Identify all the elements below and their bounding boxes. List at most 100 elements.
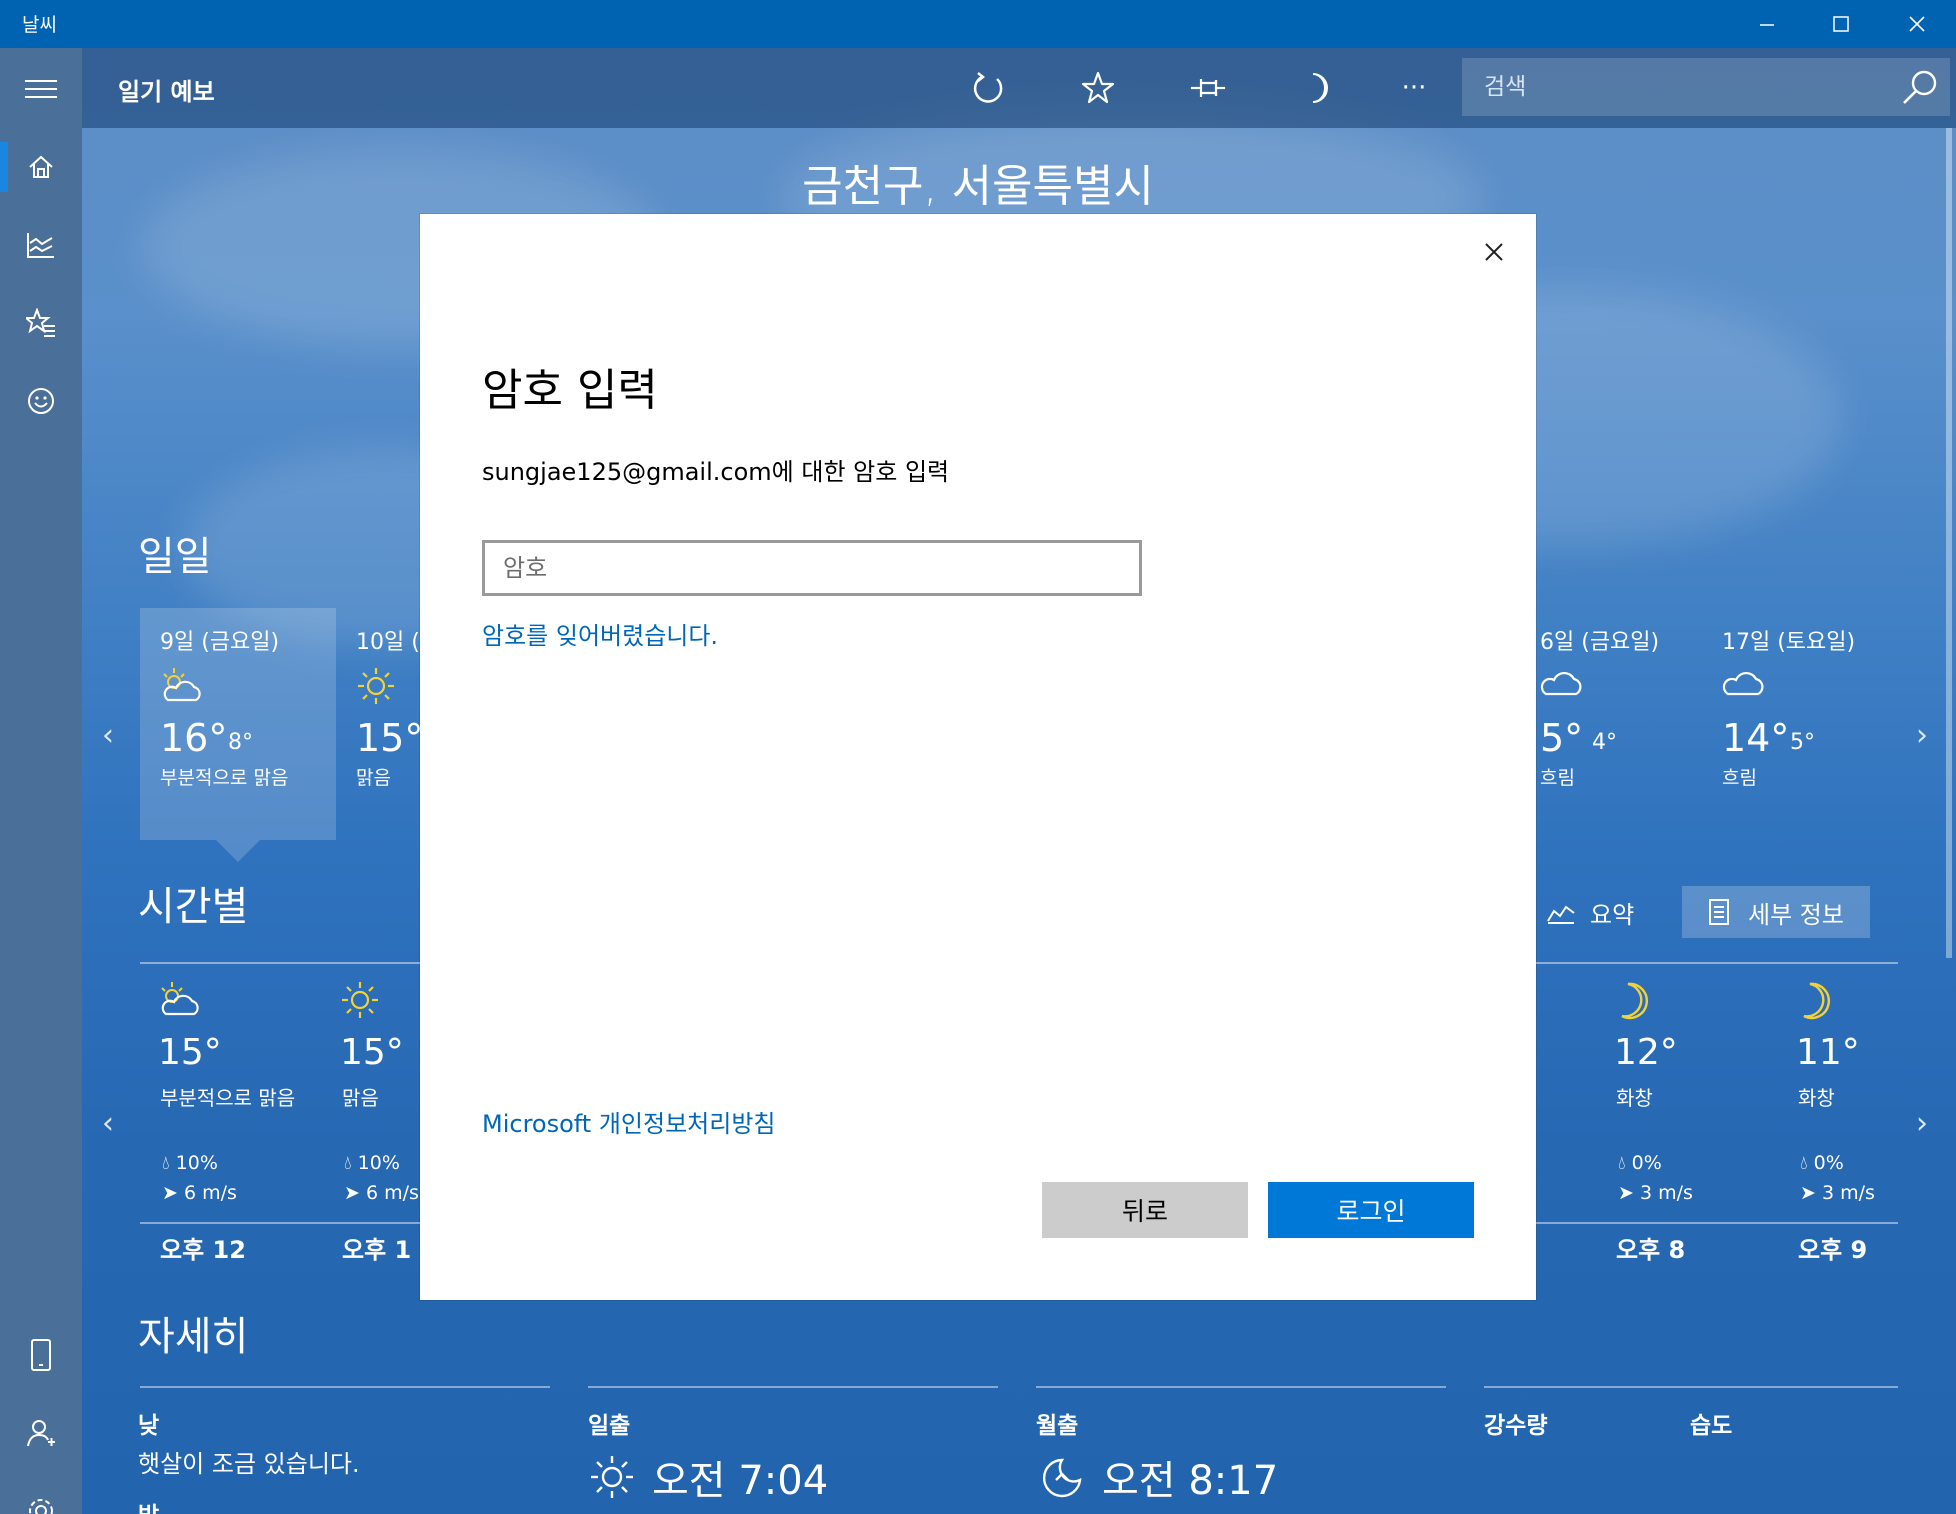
nav-rail	[0, 48, 82, 1514]
dialog-title: 암호 입력	[482, 365, 658, 416]
details-divider	[588, 1386, 998, 1388]
password-dialog: 암호 입력 sungjae125@gmail.com에 대한 암호 입력 암호를…	[420, 214, 1536, 1300]
selected-day-pointer	[216, 840, 260, 862]
day-condition: 부분적으로 맑음	[160, 767, 289, 789]
dialog-subtitle: sungjae125@gmail.com에 대한 암호 입력	[482, 458, 950, 486]
privacy-statement-link[interactable]: Microsoft 개인정보처리방침	[482, 1104, 776, 1139]
nav-item-favorites[interactable]	[0, 286, 82, 360]
moon-icon	[1796, 980, 1836, 1026]
settings-gear-icon	[29, 1499, 53, 1514]
wind-arrow-icon: ➤	[162, 1182, 184, 1204]
close-icon	[1909, 16, 1925, 32]
window-titlebar: 날씨	[0, 0, 1956, 48]
daily-next-arrow[interactable]: ›	[1916, 718, 1928, 753]
hour-rain: 💧︎ 0%	[1618, 1152, 1662, 1174]
nav-item-maps[interactable]	[0, 208, 82, 282]
nav-item-feedback[interactable]	[0, 364, 82, 438]
day-card[interactable]: 6일 (금요일) 5° 4° 흐림	[1520, 608, 1716, 840]
humidity-label: 습도	[1690, 1413, 1733, 1439]
day-low: 4°	[1592, 730, 1617, 755]
raindrop-icon: 💧︎	[162, 1152, 176, 1174]
nav-item-account[interactable]	[0, 1396, 82, 1470]
dark-mode-button[interactable]	[1288, 62, 1348, 114]
dialog-close-button[interactable]	[1468, 226, 1520, 278]
moon-icon	[1312, 73, 1328, 103]
location-title: 금천구, 서울특별시	[802, 161, 1154, 212]
search-input[interactable]	[1462, 58, 1882, 116]
cloudy-icon	[1722, 666, 1768, 702]
hour-temp: 15°	[340, 1032, 404, 1073]
details-divider	[1036, 1386, 1446, 1388]
hour-rain: 💧︎ 10%	[162, 1152, 218, 1174]
hour-rain-value: 0%	[1813, 1152, 1844, 1174]
maps-chart-icon	[27, 233, 54, 258]
app-header: 일기 예보 ···	[82, 48, 1956, 128]
page-title: 일기 예보	[118, 78, 215, 106]
phone-icon	[31, 1339, 51, 1371]
day-card[interactable]: 9일 (금요일) 16° 8° 부분적으로 맑음	[140, 608, 336, 840]
feedback-smile-icon	[28, 388, 54, 414]
favorite-button[interactable]	[1068, 62, 1128, 114]
hour-time: 오후 9	[1798, 1236, 1868, 1264]
details-toggle[interactable]: 세부 정보	[1682, 886, 1870, 938]
sunrise-icon	[591, 1456, 633, 1498]
hourly-prev-arrow[interactable]: ‹	[102, 1106, 114, 1141]
hour-time: 오후 1	[342, 1236, 412, 1264]
day-low: 8°	[228, 730, 253, 755]
hour-wind-value: 6 m/s	[183, 1182, 237, 1204]
search-box[interactable]	[1462, 58, 1950, 116]
sunrise-time: 오전 7:04	[652, 1458, 829, 1504]
close-window-button[interactable]	[1880, 0, 1954, 48]
search-button[interactable]	[1898, 66, 1942, 108]
raindrop-icon: 💧︎	[1618, 1152, 1632, 1174]
more-button[interactable]: ···	[1384, 62, 1444, 114]
hour-rain-value: 10%	[175, 1152, 218, 1174]
nav-item-settings[interactable]	[0, 1474, 82, 1514]
search-icon	[1903, 70, 1937, 104]
night-label: 밤	[138, 1496, 159, 1514]
hour-rain: 💧︎ 10%	[344, 1152, 400, 1174]
back-button[interactable]: 뒤로	[1042, 1182, 1248, 1238]
hour-temp: 11°	[1796, 1032, 1860, 1073]
hour-rain-value: 0%	[1631, 1152, 1662, 1174]
hour-wind-value: 3 m/s	[1639, 1182, 1693, 1204]
pin-button[interactable]	[1178, 62, 1238, 114]
hour-temp: 15°	[158, 1032, 222, 1073]
hour-rain-value: 10%	[357, 1152, 400, 1174]
hour-wind: ➤ 6 m/s	[162, 1182, 237, 1204]
password-field[interactable]	[482, 540, 1142, 596]
details-divider	[1484, 1386, 1898, 1388]
favorites-icon	[26, 308, 55, 337]
day-card[interactable]: 17일 (토요일) 14° 5° 흐림	[1702, 608, 1898, 840]
hour-wind: ➤ 3 m/s	[1800, 1182, 1875, 1204]
hour-time: 오후 12	[160, 1236, 246, 1264]
minimize-button[interactable]	[1730, 0, 1804, 48]
hour-item: 12° 화창 💧︎ 0% ➤ 3 m/s 오후 8	[1596, 980, 1776, 1270]
daily-prev-arrow[interactable]: ‹	[102, 718, 114, 753]
login-button[interactable]: 로그인	[1268, 1182, 1474, 1238]
scrollbar[interactable]	[1946, 128, 1952, 958]
hamburger-menu-button[interactable]	[0, 52, 82, 126]
day-high: 5°	[1540, 716, 1584, 760]
wind-arrow-icon: ➤	[344, 1182, 366, 1204]
partly-sunny-icon	[160, 666, 206, 710]
raindrop-icon: 💧︎	[344, 1152, 358, 1174]
raindrop-icon: 💧︎	[1800, 1152, 1814, 1174]
sunrise-label: 일출	[588, 1413, 631, 1439]
hour-item: 11° 화창 💧︎ 0% ➤ 3 m/s 오후 9	[1778, 980, 1956, 1270]
day-high: 14°	[1722, 716, 1790, 760]
forgot-password-link[interactable]: 암호를 잊어버렸습니다.	[482, 616, 718, 651]
refresh-button[interactable]	[958, 62, 1018, 114]
wind-arrow-icon: ➤	[1800, 1182, 1822, 1204]
day-label: 낮	[138, 1413, 160, 1439]
moon-icon	[1614, 980, 1654, 1026]
hour-wind: ➤ 3 m/s	[1618, 1182, 1693, 1204]
day-date: 17일 (토요일)	[1722, 630, 1856, 655]
hour-temp: 12°	[1614, 1032, 1678, 1073]
details-label: 세부 정보	[1748, 900, 1844, 929]
day-date: 6일 (금요일)	[1540, 630, 1660, 655]
nav-item-device[interactable]	[0, 1318, 82, 1392]
day-condition: 흐림	[1540, 767, 1575, 789]
summary-toggle[interactable]: 요약	[1520, 886, 1660, 938]
maximize-button[interactable]	[1804, 0, 1878, 48]
